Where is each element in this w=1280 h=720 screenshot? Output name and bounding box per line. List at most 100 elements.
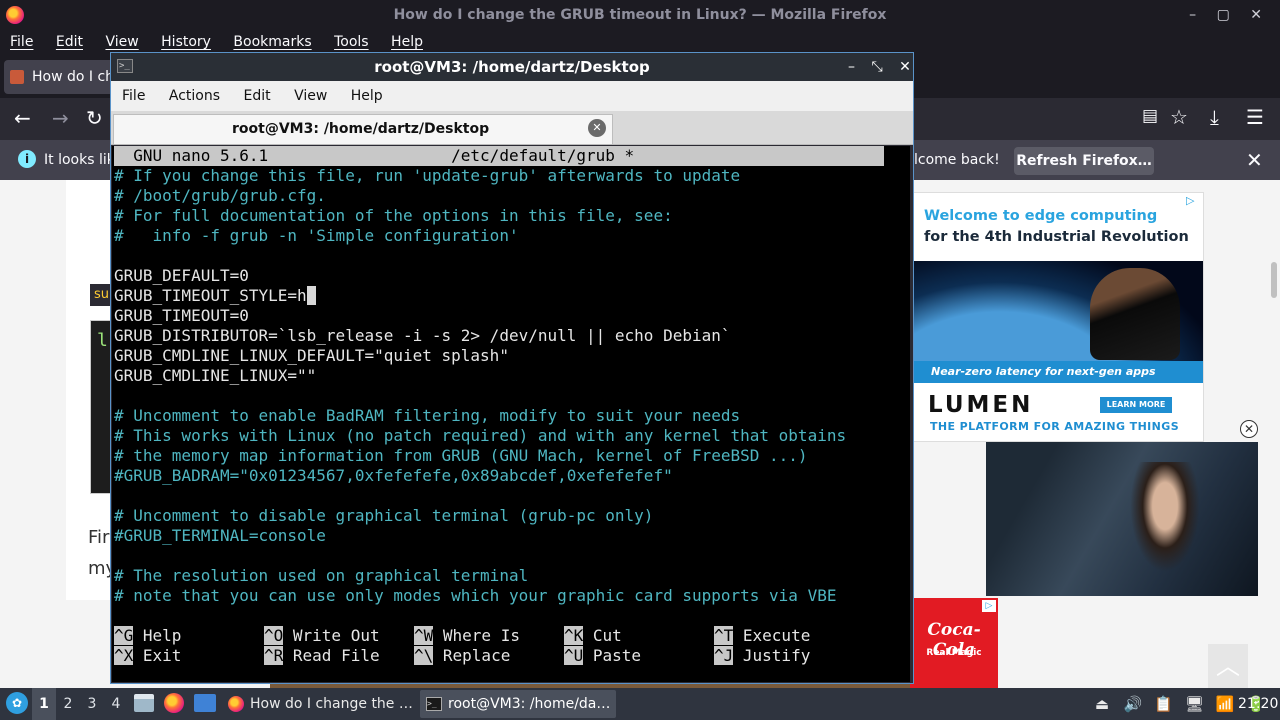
taskbar-firefox-task[interactable]: How do I change the … — [222, 690, 416, 718]
nano-line: # /boot/grub/grub.cfg. — [114, 186, 910, 206]
nano-line-text: GRUB_DISTRIBUTOR=`lsb_release -i -s 2> /… — [114, 326, 731, 345]
nano-line-text: #GRUB_BADRAM="0x01234567,0xfefefefe,0x89… — [114, 466, 673, 485]
nano-shortcut-label: Write Out — [283, 626, 380, 645]
nano-line: # This works with Linux (no patch requir… — [114, 426, 910, 446]
nano-shortcut-key: ^O — [264, 626, 284, 645]
workspace-1[interactable]: 1 — [32, 688, 56, 720]
nano-shortcut-key: ^X — [114, 646, 134, 665]
reader-view-icon[interactable]: ▤ — [1142, 106, 1158, 126]
nano-line: # Uncomment to enable BadRAM filtering, … — [114, 406, 910, 426]
firefox-titlebar: How do I change the GRUB timeout in Linu… — [0, 0, 1280, 30]
page-scrollbar[interactable] — [1268, 180, 1280, 600]
nano-line-text: # /boot/grub/grub.cfg. — [114, 186, 326, 205]
menu-history[interactable]: History — [151, 30, 219, 54]
volume-icon[interactable]: 🔊 — [1121, 688, 1145, 720]
nano-line: GRUB_CMDLINE_LINUX_DEFAULT="quiet splash… — [114, 346, 910, 366]
nano-shortcut-key: ^T — [714, 626, 734, 645]
nano-shortcut-key: ^\ — [414, 646, 434, 665]
terminal-title: root@VM3: /home/dartz/Desktop — [374, 58, 650, 76]
nano-line — [114, 246, 910, 266]
terminal-tab[interactable]: root@VM3: /home/dartz/Desktop — [113, 114, 613, 144]
nano-shortcut: ^R Read File — [264, 646, 414, 666]
nano-line-text: # Uncomment to disable graphical termina… — [114, 506, 654, 525]
folder-launcher-icon[interactable] — [194, 694, 216, 712]
nano-line: # For full documentation of the options … — [114, 206, 910, 226]
nano-editor-buffer[interactable]: # If you change this file, run 'update-g… — [114, 166, 910, 606]
nano-shortcut: ^G Help — [114, 626, 264, 646]
menu-view[interactable]: View — [95, 30, 146, 54]
code-block-text: l — [97, 330, 108, 351]
clipboard-icon[interactable]: 📋 — [1152, 688, 1176, 720]
nano-line-text: # For full documentation of the options … — [114, 206, 673, 225]
ad-close-icon[interactable]: ✕ — [1240, 420, 1258, 438]
workspace-2[interactable]: 2 — [56, 688, 80, 720]
menu-edit[interactable]: Edit — [46, 30, 91, 54]
firefox-window-controls[interactable]: – ▢ ✕ — [1189, 4, 1270, 26]
tab-favicon-icon — [10, 70, 24, 84]
nano-line-text: # The resolution used on graphical termi… — [114, 566, 529, 585]
menu-help[interactable]: Help — [381, 30, 431, 54]
nano-shortcut-key: ^J — [714, 646, 734, 665]
taskbar-terminal-task[interactable]: root@VM3: /home/da… — [420, 690, 616, 718]
forward-icon[interactable]: → — [52, 106, 69, 130]
ad-tagline: THE PLATFORM FOR AMAZING THINGS — [930, 420, 1180, 433]
term-menu-view[interactable]: View — [283, 81, 335, 111]
adchoices-icon[interactable]: ▷ — [982, 600, 996, 612]
ad-photo-person — [1130, 462, 1200, 572]
scroll-to-top-button[interactable]: ︿ — [1208, 644, 1248, 688]
back-icon[interactable]: ← — [14, 106, 31, 130]
coca-cola-tagline: Real Magic — [926, 648, 982, 658]
menu-tools[interactable]: Tools — [324, 30, 377, 54]
nano-shortcut-key: ^K — [564, 626, 584, 645]
firefox-menubar: File Edit View History Bookmarks Tools H… — [0, 30, 1280, 54]
firefox-launcher-icon[interactable] — [164, 693, 184, 713]
term-menu-help[interactable]: Help — [340, 81, 391, 111]
nano-line: # the memory map information from GRUB (… — [114, 446, 910, 466]
nano-line-text: # note that you can use only modes which… — [114, 586, 837, 605]
info-icon: i — [18, 150, 36, 168]
ad-band-text: Near-zero latency for next-gen apps — [913, 361, 1203, 383]
term-menu-edit[interactable]: Edit — [232, 81, 278, 111]
file-manager-launcher-icon[interactable] — [134, 694, 154, 712]
firefox-icon — [228, 696, 244, 712]
text-cursor — [306, 286, 317, 305]
nano-line: #GRUB_TERMINAL=console — [114, 526, 910, 546]
nano-shortcut: ^J Justify — [714, 646, 864, 666]
network-icon[interactable]: 📶 — [1213, 688, 1237, 720]
term-menu-file[interactable]: File — [111, 81, 153, 111]
menu-bookmarks[interactable]: Bookmarks — [223, 30, 319, 54]
nano-help-row: ^G Help ^O Write Out ^W Where Is ^K Cut ^T E… — [114, 626, 910, 646]
notification-close-icon[interactable]: ✕ — [1246, 148, 1263, 172]
menu-file[interactable]: File — [0, 30, 41, 54]
ad-headline[interactable]: Welcome to edge computing for the 4th In… — [924, 206, 1194, 248]
window-title: How do I change the GRUB timeout in Linu… — [393, 7, 887, 23]
scrollbar-thumb[interactable] — [1271, 262, 1277, 298]
start-menu-icon[interactable]: ✿ — [6, 692, 28, 714]
terminal-tab-close-icon[interactable]: ✕ — [588, 119, 606, 137]
nano-line: GRUB_DISTRIBUTOR=`lsb_release -i -s 2> /… — [114, 326, 910, 346]
terminal-window-controls[interactable]: – ⤡ ✕ — [848, 53, 917, 81]
workspace-3[interactable]: 3 — [80, 688, 104, 720]
nano-line: GRUB_CMDLINE_LINUX="" — [114, 366, 910, 386]
terminal-titlebar[interactable]: root@VM3: /home/dartz/Desktop — [111, 53, 913, 81]
terminal-menubar: File Actions Edit View Help — [111, 81, 913, 111]
downloads-icon[interactable]: ⤓ — [1210, 105, 1219, 129]
refresh-firefox-button[interactable]: Refresh Firefox… — [1014, 147, 1154, 175]
nano-line: # note that you can use only modes which… — [114, 586, 910, 606]
hamburger-menu-icon[interactable]: ☰ — [1246, 105, 1264, 129]
learn-more-button[interactable]: LEARN MORE — [1100, 397, 1172, 413]
workspace-4[interactable]: 4 — [104, 688, 128, 720]
adchoices-icon[interactable]: ▷ — [1186, 194, 1202, 208]
notification-text: It looks lik — [44, 152, 115, 168]
eject-icon[interactable]: ⏏ — [1090, 688, 1114, 720]
reload-icon[interactable]: ↻ — [86, 106, 103, 130]
clock[interactable]: 21:20 — [1238, 688, 1278, 720]
nano-line-text: # info -f grub -n 'Simple configuration' — [114, 226, 519, 245]
display-icon[interactable]: 🖥 — [1182, 688, 1206, 720]
term-menu-actions[interactable]: Actions — [158, 81, 228, 111]
lumen-logo: LUMEN — [928, 392, 1034, 418]
nano-line-text: # If you change this file, run 'update-g… — [114, 166, 741, 185]
bookmark-star-icon[interactable]: ☆ — [1170, 105, 1188, 129]
nano-shortcut-label: Paste — [583, 646, 642, 665]
ad-photo-image[interactable] — [986, 442, 1258, 596]
